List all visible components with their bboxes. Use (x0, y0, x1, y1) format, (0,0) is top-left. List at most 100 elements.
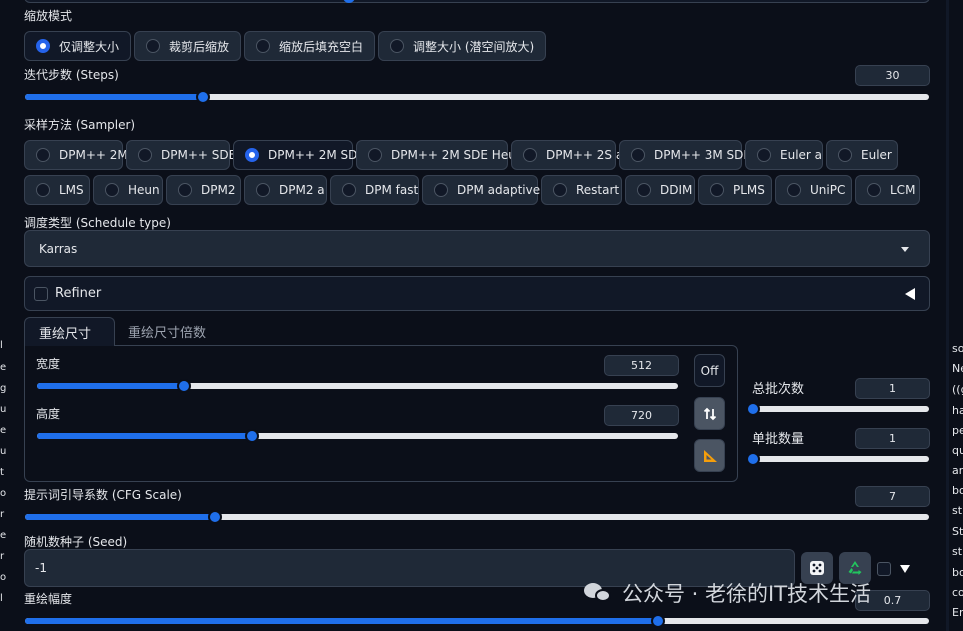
expand-triangle-icon[interactable] (900, 565, 910, 573)
edge-char: o (0, 572, 7, 583)
sampler-option[interactable]: DPM++ 2S a (511, 140, 623, 170)
edge-char: r (0, 509, 5, 520)
radio-indicator (342, 183, 356, 197)
refiner-checkbox[interactable] (34, 287, 48, 301)
slider-thumb[interactable] (746, 402, 760, 416)
resize-mode-option[interactable]: 裁剪后缩放 (134, 31, 241, 61)
sampler-option[interactable]: DDIM (625, 175, 695, 205)
radio-indicator (36, 183, 50, 197)
sampler-option[interactable]: DPM++ 2M SDE (233, 140, 365, 170)
image-dimensions-button[interactable] (694, 439, 725, 472)
tab-resize-scale[interactable]: 重绘尺寸倍数 (114, 317, 220, 345)
slider-thumb[interactable] (196, 90, 211, 104)
sampler-option[interactable]: LCM (855, 175, 920, 205)
width-slider[interactable] (37, 379, 678, 393)
denoise-label: 重绘幅度 (24, 592, 73, 606)
edge-text: str (952, 504, 963, 517)
edge-char: l (0, 593, 3, 604)
edge-char: u (0, 446, 7, 457)
sampler-option[interactable]: Restart (541, 175, 622, 205)
radio-indicator (36, 148, 50, 162)
sampler-option[interactable]: LMS (24, 175, 90, 205)
sampler-option[interactable]: Euler a (745, 140, 823, 170)
resize-mode-option[interactable]: 缩放后填充空白 (244, 31, 375, 61)
batch-size-label: 单批数量 (752, 432, 805, 447)
option-label: DPM++ 2M SDE (268, 148, 365, 162)
radio-indicator (256, 183, 270, 197)
steps-number-input[interactable]: 30 (855, 65, 930, 86)
batch-size-input[interactable]: 1 (855, 428, 930, 449)
slider-fill (25, 94, 204, 100)
option-label: Euler (861, 148, 892, 162)
schedule-type-label: 调度类型 (Schedule type) (24, 216, 171, 230)
batch-size-slider[interactable] (746, 452, 929, 466)
batch-count-slider[interactable] (746, 402, 929, 416)
swap-dimensions-button[interactable] (694, 397, 725, 430)
option-label: 调整大小 (潜空间放大) (413, 39, 535, 54)
radio-indicator (138, 148, 152, 162)
wechat-icon (584, 581, 612, 605)
slider-thumb[interactable] (207, 510, 222, 524)
sampler-option[interactable]: UniPC (775, 175, 852, 205)
option-label: 仅调整大小 (59, 39, 120, 54)
slider-thumb[interactable] (746, 452, 760, 466)
cfg-scale-input[interactable]: 7 (855, 486, 930, 507)
collapse-triangle-icon[interactable] (905, 288, 915, 300)
radio-indicator (146, 39, 160, 53)
radio-indicator (553, 183, 567, 197)
sampler-option[interactable]: DPM++ SDE (126, 140, 236, 170)
option-label: DPM++ 2M (59, 148, 128, 162)
slider-fill (37, 383, 185, 389)
sampler-option[interactable]: Euler (826, 140, 898, 170)
resize-mode-option[interactable]: 仅调整大小 (24, 31, 131, 61)
sampler-option[interactable]: DPM2 a (244, 175, 327, 205)
edge-text: St (952, 525, 963, 538)
previous-slider-stub (24, 0, 930, 3)
option-label: 缩放后填充空白 (279, 39, 364, 54)
edge-text: ha (952, 404, 963, 417)
edge-char: e (0, 530, 7, 541)
cfg-scale-slider[interactable] (25, 510, 929, 524)
edge-text: bo (952, 484, 963, 497)
sampler-label: 采样方法 (Sampler) (24, 118, 136, 132)
triangle-ruler-icon (703, 449, 717, 462)
sampler-option[interactable]: DPM++ 2M SDE Heun (356, 140, 523, 170)
sampler-option[interactable]: DPM2 (166, 175, 241, 205)
resize-mode-option[interactable]: 调整大小 (潜空间放大) (378, 31, 546, 61)
option-label: DPM++ SDE (161, 148, 237, 162)
radio-indicator (368, 148, 382, 162)
radio-indicator (867, 183, 881, 197)
height-slider[interactable] (37, 429, 678, 443)
sampler-option[interactable]: Heun (93, 175, 163, 205)
lock-aspect-off-button[interactable]: Off (694, 354, 725, 387)
off-label: Off (700, 363, 719, 378)
sampler-option[interactable]: DPM adaptive (422, 175, 540, 205)
sampler-option[interactable]: PLMS (698, 175, 772, 205)
steps-slider[interactable] (25, 90, 929, 104)
tab-resize-dimensions[interactable]: 重绘尺寸 (24, 317, 115, 346)
radio-indicator (710, 183, 724, 197)
slider-thumb[interactable] (650, 614, 665, 628)
batch-count-input[interactable]: 1 (855, 378, 930, 399)
schedule-type-dropdown[interactable]: Karras (24, 230, 930, 267)
sampler-option[interactable]: DPM++ 2M (24, 140, 128, 170)
option-label: Euler a (780, 148, 823, 162)
edge-text: pe (952, 424, 963, 437)
radio-indicator (256, 39, 270, 53)
sampler-option[interactable]: DPM fast (330, 175, 419, 205)
option-label: DPM2 a (279, 183, 325, 197)
option-label: DDIM (660, 183, 693, 197)
height-number-input[interactable]: 720 (604, 405, 679, 426)
edge-text: ar (952, 464, 963, 477)
seed-label: 随机数种子 (Seed) (24, 535, 128, 549)
sampler-option[interactable]: DPM++ 3M SDE (619, 140, 751, 170)
width-number-input[interactable]: 512 (604, 355, 679, 376)
extra-seed-checkbox[interactable] (877, 562, 891, 576)
refiner-accordion[interactable]: Refiner (24, 276, 930, 311)
recycle-icon (848, 561, 862, 575)
edge-char: u (0, 404, 7, 415)
left-panel-edge: l e g u e u t o r e r o l (0, 0, 8, 631)
denoise-slider[interactable] (25, 614, 929, 628)
radio-indicator (523, 148, 537, 162)
slider-thumb[interactable] (244, 429, 259, 443)
